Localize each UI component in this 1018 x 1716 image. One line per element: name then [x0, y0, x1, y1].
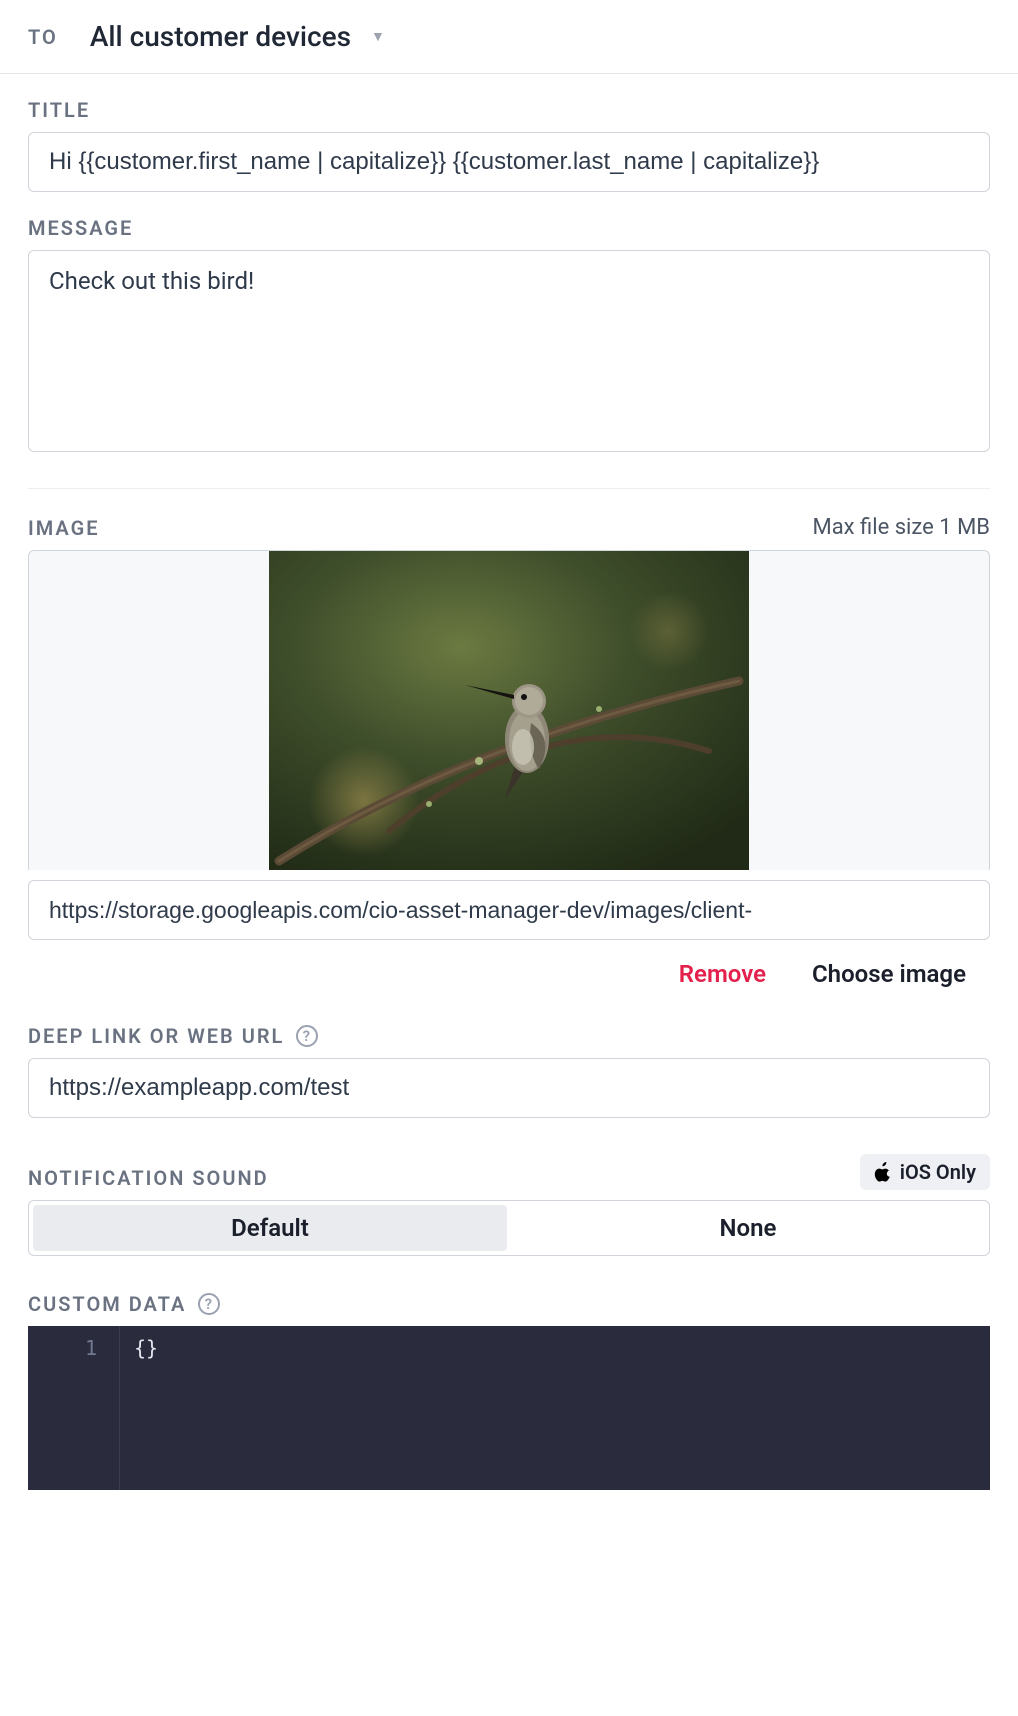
remove-image-button[interactable]: Remove: [679, 960, 766, 988]
to-select[interactable]: All customer devices ▼: [90, 20, 385, 53]
divider: [28, 488, 990, 489]
image-label: IMAGE: [28, 516, 100, 540]
custom-data-label-text: CUSTOM DATA: [28, 1292, 186, 1316]
deeplink-label: DEEP LINK OR WEB URL ?: [28, 1024, 990, 1048]
sound-option-default[interactable]: Default: [33, 1205, 507, 1251]
custom-data-editor[interactable]: 1 {}: [28, 1326, 990, 1490]
sound-option-none[interactable]: None: [511, 1205, 985, 1251]
code-body[interactable]: {}: [120, 1326, 172, 1490]
message-label: MESSAGE: [28, 216, 990, 240]
deeplink-label-text: DEEP LINK OR WEB URL: [28, 1024, 284, 1048]
image-max-size: Max file size 1 MB: [812, 515, 990, 540]
to-select-value: All customer devices: [90, 20, 351, 53]
sound-segmented: Default None: [28, 1200, 990, 1256]
sound-label: NOTIFICATION SOUND: [28, 1166, 269, 1190]
image-url-input[interactable]: [28, 880, 990, 940]
bird-image: hummingbird on branch: [269, 551, 749, 871]
title-label: TITLE: [28, 98, 990, 122]
custom-data-label: CUSTOM DATA ?: [28, 1292, 990, 1316]
chevron-down-icon: ▼: [371, 28, 385, 45]
choose-image-button[interactable]: Choose image: [812, 960, 966, 988]
deeplink-input[interactable]: [28, 1058, 990, 1118]
title-input[interactable]: [28, 132, 990, 192]
message-textarea[interactable]: [28, 250, 990, 452]
code-gutter: 1: [28, 1326, 120, 1490]
to-label: TO: [28, 25, 58, 49]
help-icon[interactable]: ?: [198, 1293, 220, 1315]
ios-only-badge: iOS Only: [860, 1154, 990, 1190]
ios-only-text: iOS Only: [900, 1160, 976, 1184]
apple-icon: [874, 1162, 892, 1182]
help-icon[interactable]: ?: [296, 1025, 318, 1047]
image-preview: hummingbird on branch: [28, 550, 990, 870]
to-row: TO All customer devices ▼: [0, 0, 1018, 74]
